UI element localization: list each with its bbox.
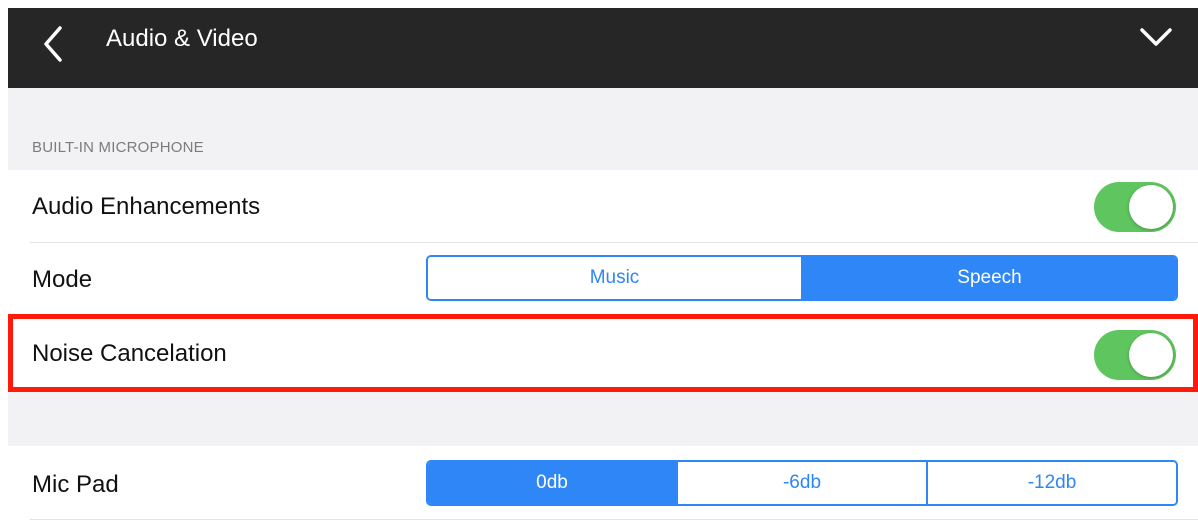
mode-row: Mode Music Speech bbox=[8, 243, 1198, 314]
section-spacer bbox=[8, 88, 1198, 170]
section-spacer bbox=[8, 392, 1198, 446]
mic-pad-segmented-control: 0db -6db -12db bbox=[426, 460, 1178, 506]
settings-screen: Audio & Video BUILT-IN MICROPHONE Audio … bbox=[8, 8, 1198, 520]
chevron-down-icon bbox=[1140, 28, 1172, 46]
mic-pad-option-0db[interactable]: 0db bbox=[428, 462, 676, 504]
audio-enhancements-label: Audio Enhancements bbox=[32, 193, 261, 220]
audio-enhancements-toggle[interactable] bbox=[1094, 182, 1176, 232]
noise-cancelation-toggle[interactable] bbox=[1094, 330, 1176, 380]
audio-enhancements-row: Audio Enhancements bbox=[8, 170, 1198, 242]
mic-pad-row: Mic Pad 0db -6db -12db bbox=[8, 446, 1198, 520]
noise-cancelation-row: Noise Cancelation bbox=[8, 314, 1198, 392]
toggle-knob bbox=[1129, 185, 1173, 229]
page-title: Audio & Video bbox=[106, 25, 258, 52]
noise-cancelation-label: Noise Cancelation bbox=[32, 340, 227, 367]
mic-pad-option-minus-6db[interactable]: -6db bbox=[676, 462, 926, 504]
mode-option-speech[interactable]: Speech bbox=[801, 257, 1176, 299]
chevron-left-icon bbox=[44, 26, 62, 62]
mode-label: Mode bbox=[32, 266, 93, 293]
toggle-knob bbox=[1129, 333, 1173, 377]
mic-pad-option-minus-12db[interactable]: -12db bbox=[926, 462, 1176, 504]
collapse-button[interactable] bbox=[1136, 22, 1176, 52]
mode-segmented-control: Music Speech bbox=[426, 255, 1178, 301]
navigation-bar: Audio & Video bbox=[8, 8, 1198, 88]
section-header: BUILT-IN MICROPHONE bbox=[32, 139, 204, 156]
mode-option-music[interactable]: Music bbox=[428, 257, 801, 299]
mic-pad-label: Mic Pad bbox=[32, 471, 119, 498]
back-button[interactable] bbox=[34, 22, 74, 66]
